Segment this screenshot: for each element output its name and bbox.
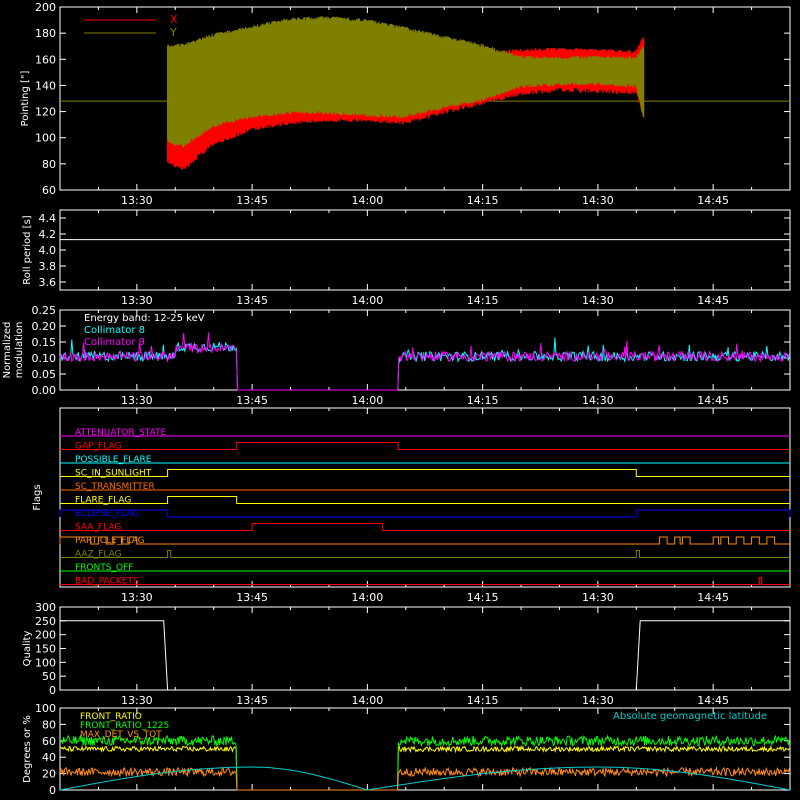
roll-ylabel: Roll period [s] xyxy=(22,215,33,284)
gap-flag-label: GAP_FLAG xyxy=(75,442,121,452)
pointing-y-tick-label: 160 xyxy=(35,53,56,66)
quality-y-tick-label: 250 xyxy=(35,615,56,628)
quality-x-tick-label: 14:45 xyxy=(697,694,729,707)
modulation-ylabel: Normalized xyxy=(2,322,13,379)
roll-x-tick-label: 13:45 xyxy=(236,294,268,307)
ratios-y-tick-label: 60 xyxy=(42,735,56,748)
ratios-y-tick-label: 100 xyxy=(35,702,56,715)
quality-y-tick-label: 0 xyxy=(49,684,56,697)
sc-in-sunlight-label: SC_IN_SUNLIGHT xyxy=(75,469,152,479)
modulation-x-tick-label: 14:15 xyxy=(467,394,499,407)
modulation-x-tick-label: 14:30 xyxy=(582,394,614,407)
flags-x-tick-label: 14:00 xyxy=(352,591,384,604)
modulation-y-tick-label: 0.15 xyxy=(32,336,57,349)
possible-flare-label: POSSIBLE_FLARE xyxy=(75,455,152,465)
quality-x-tick-label: 14:30 xyxy=(582,694,614,707)
roll-y-tick-label: 4.2 xyxy=(39,228,57,241)
pointing-y-tick-label: 100 xyxy=(35,132,56,145)
ratios-y-tick-label: 20 xyxy=(42,768,56,781)
modulation-y-tick-label: 0.20 xyxy=(32,320,57,333)
ratios-y-tick-label: 40 xyxy=(42,751,56,764)
pointing-x-tick-label: 13:45 xyxy=(236,194,268,207)
legend-x-label: X xyxy=(170,13,178,26)
attenuator-state-label: ATTENUATOR_STATE xyxy=(75,428,167,438)
pointing-x-tick-label: 13:30 xyxy=(121,194,153,207)
ratios-y-tick-label: 80 xyxy=(42,718,56,731)
modulation-x-tick-label: 14:45 xyxy=(697,394,729,407)
aaz-flag-label: AAZ_FLAG xyxy=(75,550,122,560)
quality-x-tick-label: 14:00 xyxy=(352,694,384,707)
quality-y-tick-label: 150 xyxy=(35,643,56,656)
fronts-off-label: FRONTS_OFF xyxy=(75,563,133,573)
quality-y-tick-label: 300 xyxy=(35,601,56,614)
flags-x-tick-label: 14:30 xyxy=(582,591,614,604)
pointing-x-tick-label: 14:30 xyxy=(582,194,614,207)
ratios-ylabel: Degrees or % xyxy=(22,715,33,783)
modulation-x-tick-label: 14:00 xyxy=(352,394,384,407)
flags-x-tick-label: 14:15 xyxy=(467,591,499,604)
modulation-x-tick-label: 13:45 xyxy=(236,394,268,407)
quicklook-plots: 13:30 13:45 14:00 14:15 14:30 14:45 60 80 100 120… xyxy=(0,0,800,800)
roll-y-tick-label: 3.6 xyxy=(39,276,57,289)
ratios-y-tick-label: 0 xyxy=(49,784,56,797)
modulation-ylabel: modulation xyxy=(14,322,25,379)
eclipse-flag-label: ECLIPSE_FLAG xyxy=(75,509,139,519)
sc-transmitter-label: SC_TRANSMITTER xyxy=(75,482,155,492)
quality-y-tick-label: 50 xyxy=(42,670,56,683)
legend-max-det-vs-tot: MAX_DET_VS_TOT xyxy=(80,730,162,740)
flags-x-tick-label: 13:30 xyxy=(121,591,153,604)
modulation-y-tick-label: 0.25 xyxy=(32,304,57,317)
modulation-y-tick-label: 0.00 xyxy=(32,384,57,397)
roll-y-tick-label: 4.0 xyxy=(39,244,57,257)
roll-x-tick-label: 14:30 xyxy=(582,294,614,307)
legend-collimator8: Collimator 8 xyxy=(84,325,145,336)
pointing-y-tick-label: 180 xyxy=(35,27,56,40)
legend-y-label: Y xyxy=(169,26,177,39)
roll-y-tick-label: 3.8 xyxy=(39,260,57,273)
quality-ylabel: Quality xyxy=(22,631,33,667)
quality-x-tick-label: 14:15 xyxy=(467,694,499,707)
modulation-x-tick-label: 13:30 xyxy=(121,394,153,407)
roll-x-tick-label: 14:15 xyxy=(467,294,499,307)
roll-y-tick-label: 4.4 xyxy=(39,212,57,225)
flags-x-tick-label: 13:45 xyxy=(236,591,268,604)
bad-packets-label: BAD_PACKETS xyxy=(75,577,139,587)
quality-y-tick-label: 100 xyxy=(35,656,56,669)
energy-band-label: Energy band: 12-25 keV xyxy=(84,313,205,324)
modulation-y-tick-label: 0.05 xyxy=(32,368,57,381)
rhessi-quicklook-figure: 13:30 13:45 14:00 14:15 14:30 14:45 60 80 100 120… xyxy=(0,0,800,800)
roll-x-tick-label: 13:30 xyxy=(121,294,153,307)
flare-flag-label: FLARE_FLAG xyxy=(75,496,131,506)
pointing-y-tick-label: 140 xyxy=(35,79,56,92)
pointing-x-tick-label: 14:00 xyxy=(352,194,384,207)
pointing-y-tick-label: 120 xyxy=(35,106,56,119)
pointing-y-tick-label: 60 xyxy=(42,184,56,197)
pointing-y-tick-label: 200 xyxy=(35,1,56,14)
flags-ylabel: Flags xyxy=(32,484,43,510)
quality-y-tick-label: 200 xyxy=(35,629,56,642)
quality-x-tick-label: 13:30 xyxy=(121,694,153,707)
pointing-x-tick-label: 14:15 xyxy=(467,194,499,207)
flags-x-tick-label: 14:45 xyxy=(697,591,729,604)
pointing-x-tick-label: 14:45 xyxy=(697,194,729,207)
roll-x-tick-label: 14:00 xyxy=(352,294,384,307)
roll-x-tick-label: 14:45 xyxy=(697,294,729,307)
pointing-y-tick-label: 80 xyxy=(42,158,56,171)
legend-collimator9: Collimator 9 xyxy=(84,337,145,348)
modulation-y-tick-label: 0.10 xyxy=(32,352,57,365)
particle-flag-label: PARTICLE_FLAG xyxy=(75,536,145,546)
pointing-ylabel: Pointing ["] xyxy=(20,70,31,126)
quality-x-tick-label: 13:45 xyxy=(236,694,268,707)
saa-flag-label: SAA_FLAG xyxy=(75,523,121,533)
geomagnetic-latitude-label: Absolute geomagnetic latitude xyxy=(613,711,767,722)
